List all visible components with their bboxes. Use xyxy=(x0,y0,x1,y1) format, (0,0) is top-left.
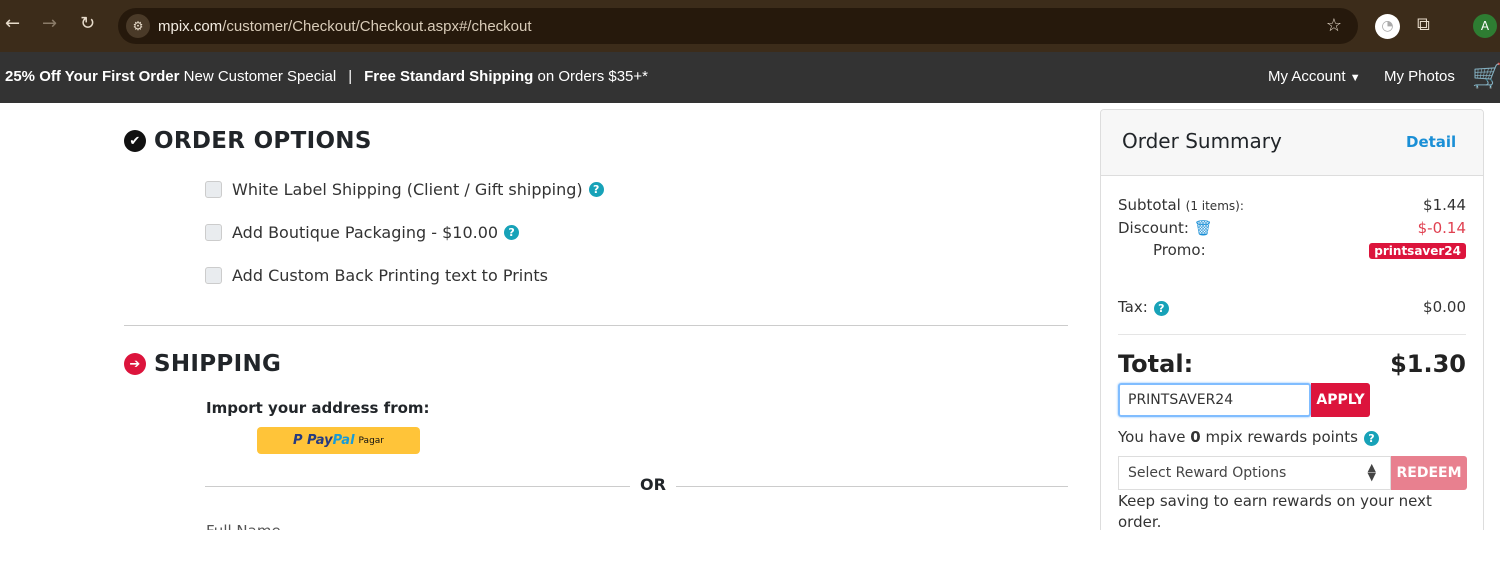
checkbox[interactable] xyxy=(205,267,222,284)
discount-label: Discount: xyxy=(1118,219,1189,237)
tax-label: Tax: xyxy=(1118,298,1148,316)
option-label: Add Custom Back Printing text to Prints xyxy=(232,266,548,285)
select-arrows-icon: ▲ ▼ xyxy=(1367,461,1376,483)
my-account-menu[interactable]: My Account ▼ xyxy=(1268,68,1361,85)
or-divider-left xyxy=(205,486,630,487)
shipping-title: SHIPPING xyxy=(154,351,282,377)
rewards-note: Keep saving to earn rewards on your next… xyxy=(1118,492,1432,531)
separator: | xyxy=(348,68,353,85)
profile-avatar[interactable]: A xyxy=(1473,14,1497,38)
help-icon[interactable]: ? xyxy=(1153,301,1169,316)
tax-value: $0.00 xyxy=(1423,298,1466,316)
extensions-puzzle-icon[interactable]: ⧉ xyxy=(1417,14,1430,35)
arrow-circle-right-icon: ➔ xyxy=(124,353,146,375)
check-circle-icon: ✔ xyxy=(124,130,146,152)
bookmark-star-icon[interactable]: ☆ xyxy=(1326,15,1342,36)
url-path: /customer/Checkout/Checkout.aspx#/checko… xyxy=(222,17,532,35)
caret-down-icon: ▼ xyxy=(1349,72,1361,84)
help-icon[interactable]: ? xyxy=(588,182,604,197)
paypal-logo: P xyxy=(292,433,308,448)
offer-bold: 25% Off Your First Order xyxy=(5,68,180,85)
discount-value: $-0.14 xyxy=(1417,219,1466,237)
offer-text: New Customer Special xyxy=(183,68,337,85)
site-info-icon[interactable]: ⚙ xyxy=(126,14,150,38)
page-bottom-blank xyxy=(0,530,1500,585)
reward-select-value: Select Reward Options xyxy=(1128,465,1287,481)
paypal-action: Pagar xyxy=(358,435,384,446)
shipping-bold: Free Standard Shipping xyxy=(364,68,534,85)
help-icon[interactable]: ? xyxy=(1364,431,1379,446)
or-divider-right xyxy=(676,486,1068,487)
shipping-text: on Orders $35+* xyxy=(537,68,649,85)
subtotal-items: (1 items): xyxy=(1185,199,1244,213)
order-summary-panel: Order Summary Detail Subtotal (1 items):… xyxy=(1100,109,1484,539)
my-account-label: My Account xyxy=(1268,68,1346,85)
redeem-button[interactable]: REDEEM xyxy=(1391,456,1467,490)
or-label: OR xyxy=(640,475,666,494)
total-value: $1.30 xyxy=(1390,350,1466,378)
rewards-text-post: mpix rewards points xyxy=(1205,428,1358,446)
reload-icon[interactable]: ↻ xyxy=(80,13,95,34)
order-summary-title: Order Summary xyxy=(1122,129,1282,153)
detail-link[interactable]: Detail xyxy=(1406,133,1456,151)
promo-code-badge: printsaver24 xyxy=(1369,243,1466,259)
promo-bar: 25% Off Your First Order New Customer Sp… xyxy=(0,52,1500,103)
paypal-button[interactable]: P Pay Pal Pagar xyxy=(257,427,420,454)
subtotal-label: Subtotal xyxy=(1118,196,1181,214)
extension-icon[interactable]: ◔ xyxy=(1375,14,1400,39)
browser-toolbar: ← → ↻ ⚙ mpix.com/customer/Checkout/Check… xyxy=(0,0,1500,52)
rewards-points: 0 xyxy=(1190,428,1201,446)
paypal-pay: Pay xyxy=(307,433,333,448)
divider xyxy=(124,325,1068,326)
option-label: Add Boutique Packaging - $10.00 xyxy=(232,223,499,242)
promo-label: Promo: xyxy=(1153,241,1206,259)
rewards-text: You have xyxy=(1118,428,1186,446)
trash-icon[interactable]: 🗑 xyxy=(1194,219,1213,237)
option-boutique-packaging[interactable]: Add Boutique Packaging - $10.00? xyxy=(205,223,520,242)
option-white-label[interactable]: White Label Shipping (Client / Gift ship… xyxy=(205,180,604,199)
help-icon[interactable]: ? xyxy=(504,225,520,240)
url-domain: mpix.com xyxy=(158,17,223,35)
address-bar[interactable]: ⚙ mpix.com/customer/Checkout/Checkout.as… xyxy=(118,8,1358,44)
order-options-heading: ✔ ORDER OPTIONS xyxy=(124,128,372,154)
divider xyxy=(1118,334,1466,335)
cart-icon[interactable]: 🛒 xyxy=(1472,62,1500,91)
my-photos-link[interactable]: My Photos xyxy=(1384,68,1455,85)
option-back-printing[interactable]: Add Custom Back Printing text to Prints xyxy=(205,266,548,285)
subtotal-value: $1.44 xyxy=(1423,196,1466,214)
forward-icon[interactable]: → xyxy=(42,13,57,34)
shipping-heading: ➔ SHIPPING xyxy=(124,351,281,377)
order-options-title: ORDER OPTIONS xyxy=(154,128,372,154)
import-address-label: Import your address from: xyxy=(206,399,430,417)
promo-code-input[interactable]: PRINTSAVER24 xyxy=(1118,383,1311,417)
apply-button[interactable]: APPLY xyxy=(1311,383,1370,417)
checkbox[interactable] xyxy=(205,181,222,198)
checkbox[interactable] xyxy=(205,224,222,241)
paypal-pal: Pal xyxy=(332,433,355,448)
option-label: White Label Shipping (Client / Gift ship… xyxy=(232,180,583,199)
total-label: Total: xyxy=(1118,350,1194,378)
reward-options-select[interactable]: Select Reward Options ▲ ▼ xyxy=(1118,456,1391,490)
back-icon[interactable]: ← xyxy=(5,13,20,34)
